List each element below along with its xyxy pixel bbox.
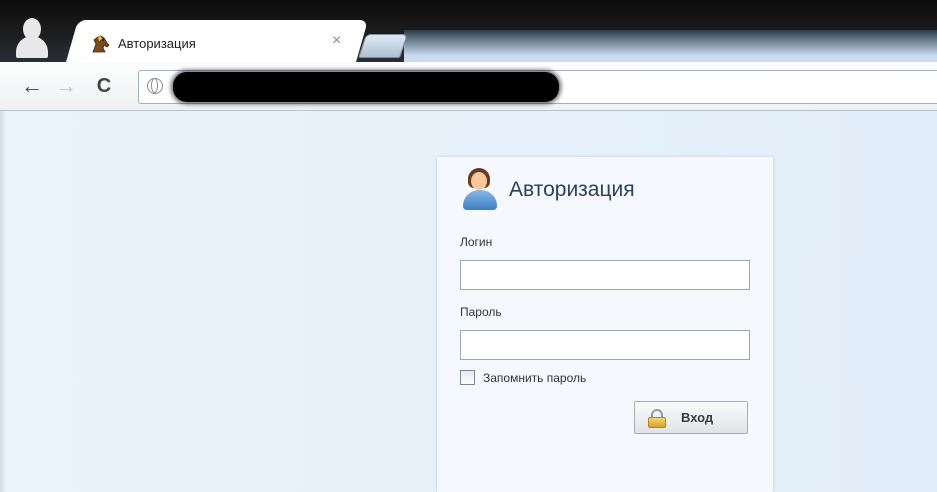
remember-password-checkbox[interactable] [460, 370, 475, 385]
login-panel: Авторизация Логин Пароль Запомнить парол… [437, 157, 773, 492]
horse-head-icon [92, 35, 110, 53]
reload-icon[interactable]: C [92, 74, 116, 98]
login-title: Авторизация [509, 178, 635, 201]
login-button[interactable]: Вход [634, 401, 748, 434]
tab-content: Авторизация × [86, 30, 356, 58]
forward-arrow-icon[interactable]: → [54, 74, 78, 98]
password-label: Пароль [460, 305, 502, 319]
back-arrow-icon[interactable]: ← [20, 74, 44, 98]
redacted-url [173, 72, 559, 102]
login-label: Логин [460, 235, 493, 249]
padlock-icon [647, 409, 667, 428]
browser-tabstrip: Авторизация × [0, 0, 937, 62]
globe-icon [147, 78, 163, 94]
new-tab-button[interactable] [358, 34, 408, 58]
browser-toolbar: ← → C [0, 62, 937, 111]
user-avatar-icon [462, 168, 498, 210]
tabstrip-background [404, 30, 937, 62]
address-bar[interactable] [138, 70, 937, 104]
login-button-label: Вход [681, 410, 714, 425]
tab-close-icon[interactable]: × [332, 32, 341, 50]
password-input[interactable] [460, 330, 750, 360]
tab-title: Авторизация [118, 36, 196, 51]
remember-password-label[interactable]: Запомнить пароль [483, 371, 586, 385]
profile-avatar-icon[interactable] [14, 18, 50, 58]
login-input[interactable] [460, 260, 750, 290]
page-edge-shadow [0, 111, 6, 492]
